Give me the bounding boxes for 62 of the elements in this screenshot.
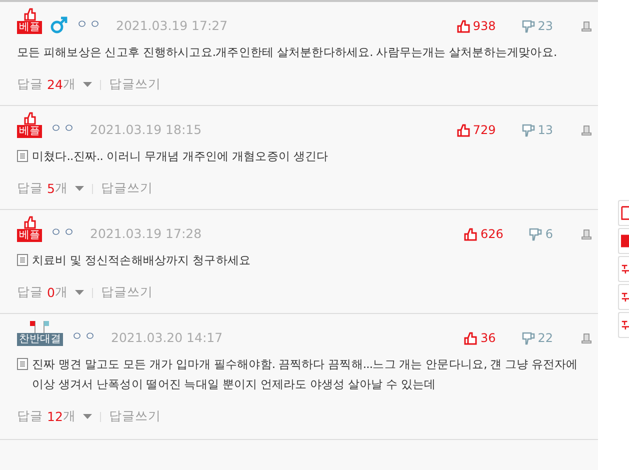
side-button[interactable] xyxy=(618,284,629,310)
symbol-icon xyxy=(621,319,629,331)
comment-text: 진짜 맹견 말고도 모든 개가 입마개 필수해야함. 끔찍하다 끔찍해...느그 개는 안문다니요, 걘 그냥 유전자에 이상 생겨서 난폭성이 떨어진 늑대일 뿐이지 언제라도 야생성 살아날 수 있는데 xyxy=(32,356,579,393)
dislike-button[interactable]: 22 xyxy=(522,331,553,345)
comment-text: 미쳤다..진짜.. 이러니 무개념 개주인에 개혐오증이 생긴다 xyxy=(32,148,328,165)
side-button[interactable] xyxy=(618,200,629,226)
write-reply-link[interactable]: 답글쓰기 xyxy=(108,76,161,93)
reply-toggle[interactable]: 답글 0개 xyxy=(17,284,84,301)
thumbs-down-icon xyxy=(522,332,535,344)
dislike-button[interactable]: 13 xyxy=(522,123,553,137)
like-button[interactable]: 938 xyxy=(456,19,496,33)
comment-date: 2021.03.19 18:15 xyxy=(90,122,202,137)
nickname[interactable]: ㅇㅇ xyxy=(50,120,76,137)
dislike-button[interactable]: 23 xyxy=(522,19,553,33)
thumbs-up-icon xyxy=(24,112,36,125)
thumbs-up-icon xyxy=(464,332,478,344)
flags-icon xyxy=(29,320,51,333)
side-button[interactable] xyxy=(618,228,629,254)
side-button[interactable] xyxy=(618,312,629,338)
report-icon[interactable] xyxy=(581,332,592,344)
comment-date: 2021.03.19 17:27 xyxy=(116,18,228,33)
square-icon xyxy=(621,234,629,248)
nickname[interactable]: ㅇㅇ xyxy=(71,328,97,345)
thumbs-up-icon xyxy=(24,216,36,229)
badge-label: 베플 xyxy=(17,125,42,138)
caret-icon xyxy=(74,290,84,295)
reply-toggle[interactable]: 답글 12개 xyxy=(17,408,92,425)
symbol-icon xyxy=(621,291,629,303)
symbol-icon xyxy=(621,263,629,275)
caret-icon xyxy=(82,414,92,419)
side-button[interactable] xyxy=(618,256,629,282)
nickname[interactable]: ㅇㅇ xyxy=(76,16,102,33)
caret-icon xyxy=(74,186,84,191)
thumbs-down-icon xyxy=(522,124,535,136)
comment-date: 2021.03.19 17:28 xyxy=(90,226,202,241)
thumbs-up-icon xyxy=(456,124,470,136)
comment-date: 2021.03.20 14:17 xyxy=(111,330,223,345)
nickname[interactable]: ㅇㅇ xyxy=(50,224,76,241)
bracket-icon xyxy=(621,205,629,221)
comment-text: 치료비 및 정신적손해배상까지 청구하세요 xyxy=(32,252,251,269)
like-button[interactable]: 36 xyxy=(464,331,496,345)
report-icon[interactable] xyxy=(581,20,592,32)
like-button[interactable]: 626 xyxy=(464,227,504,241)
thumbs-up-icon xyxy=(456,20,470,32)
badge-label: 베플 xyxy=(17,229,42,242)
badge-label: 찬반대결 xyxy=(17,333,63,346)
report-icon[interactable] xyxy=(581,124,592,136)
dislike-button[interactable]: 6 xyxy=(529,227,553,241)
thumbs-up-icon xyxy=(24,8,36,21)
write-reply-link[interactable]: 답글쓰기 xyxy=(108,408,161,425)
report-icon[interactable] xyxy=(581,228,592,240)
badge-label: 베플 xyxy=(17,21,42,34)
write-reply-link[interactable]: 답글쓰기 xyxy=(100,180,153,197)
thumbs-down-icon xyxy=(522,20,535,32)
comment-text: 모든 피해보상은 신고후 진행하시고요.개주인한테 살처분한다하세요. 사람무는개는 살처분하는게맞아요. xyxy=(17,44,557,61)
reply-toggle[interactable]: 답글 5개 xyxy=(17,180,84,197)
reply-toggle[interactable]: 답글 24개 xyxy=(17,76,92,93)
write-reply-link[interactable]: 답글쓰기 xyxy=(100,284,153,301)
caret-icon xyxy=(82,82,92,87)
like-button[interactable]: 729 xyxy=(456,123,496,137)
thumbs-up-icon xyxy=(464,228,478,240)
thumbs-down-icon xyxy=(529,228,542,240)
